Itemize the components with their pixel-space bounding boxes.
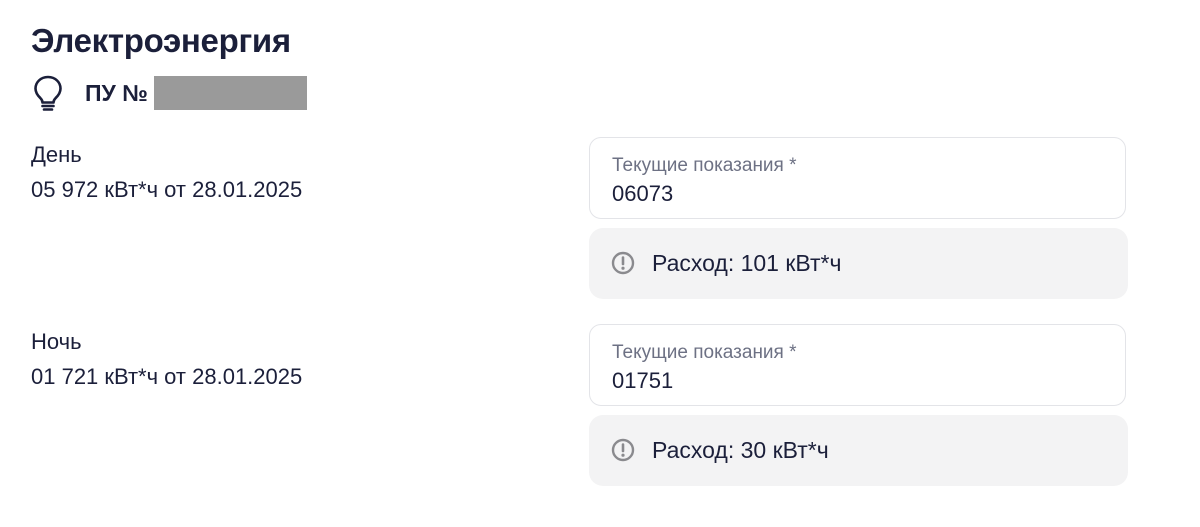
current-reading-field[interactable]: Текущие показания * [589, 137, 1126, 219]
meter-number-row: ПУ № [31, 74, 307, 112]
meter-number-redacted [153, 76, 307, 110]
consumption-info: Расход: 101 кВт*ч [589, 228, 1128, 299]
consumption-text: Расход: 101 кВт*ч [652, 250, 842, 276]
lightbulb-icon [31, 74, 65, 112]
current-reading-label: Текущие показания * [612, 155, 797, 176]
consumption-text: Расход: 30 кВт*ч [652, 437, 829, 463]
meter-number-label: ПУ № [85, 80, 148, 106]
current-reading-field[interactable]: Текущие показания * [589, 324, 1126, 406]
section-title: Электроэнергия [31, 22, 291, 59]
alert-circle-icon [611, 251, 635, 275]
electricity-readings-panel: Электроэнергия ПУ № День 05 972 кВт*ч от… [0, 0, 1200, 527]
current-reading-input[interactable] [612, 181, 1092, 207]
current-reading-input[interactable] [612, 368, 1092, 394]
consumption-info: Расход: 30 кВт*ч [589, 415, 1128, 486]
current-reading-label: Текущие показания * [612, 342, 797, 363]
reading-name: Ночь [31, 329, 82, 354]
previous-reading: 05 972 кВт*ч от 28.01.2025 [31, 177, 303, 202]
reading-name: День [31, 142, 82, 167]
previous-reading: 01 721 кВт*ч от 28.01.2025 [31, 364, 303, 389]
alert-circle-icon [611, 438, 635, 462]
